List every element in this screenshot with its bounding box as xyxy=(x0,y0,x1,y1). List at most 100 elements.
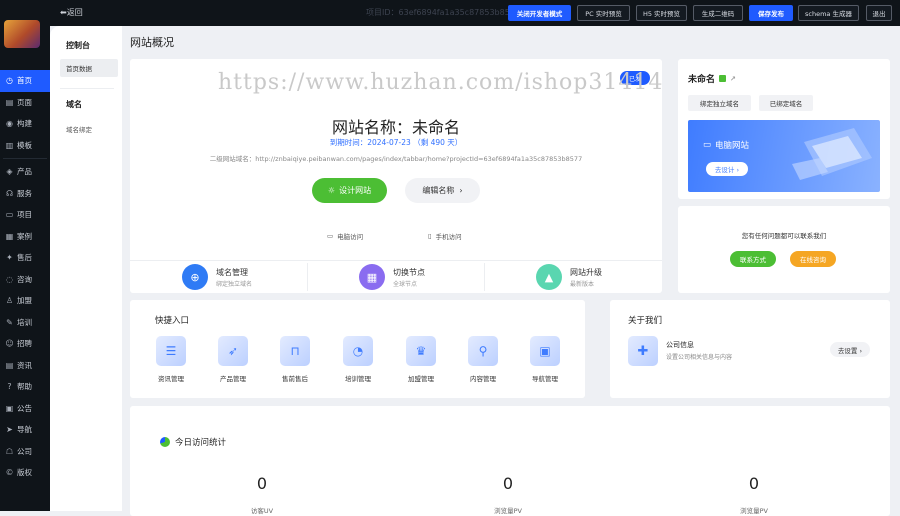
divider xyxy=(60,88,114,89)
domain-site-name: 未命名 xyxy=(688,75,716,85)
mobile-access-link[interactable]: ▯ 手机访问 xyxy=(428,231,462,241)
quick-content-management[interactable]: ⚲ 内容管理 xyxy=(458,336,508,383)
sidebar-item-4[interactable]: ◈ 产品 xyxy=(0,161,50,183)
case-icon: ▦ xyxy=(5,231,14,241)
computer-illustration xyxy=(792,128,872,180)
visit-stats-card: 今日访问统计 0 访客UV 0 浏览量PV 0 浏览量PV xyxy=(130,406,890,516)
sidebar-item-0[interactable]: ◷ 首页 xyxy=(0,70,50,92)
expiry-date: 到期时间：2024-07-23 （剩 490 天） xyxy=(329,138,463,147)
feature-domain-management[interactable]: ⊕ 域名管理 绑定独立域名 xyxy=(130,261,307,293)
subdomain-url: 二级网站域名：http://znbaiqiye.peibanwan.com/pa… xyxy=(209,155,583,163)
edit-name-button[interactable]: 编辑名称 › xyxy=(405,178,480,203)
page-title: 网站概况 xyxy=(130,36,174,49)
pc-site-label: 电脑网站 xyxy=(715,141,750,151)
back-link[interactable]: ⬅返回 xyxy=(60,7,83,18)
external-link-icon[interactable]: ↗ xyxy=(730,75,736,83)
training-icon: ✎ xyxy=(6,317,13,327)
feature-title: 网站升级 xyxy=(570,267,602,277)
tab-bind-domain[interactable]: 绑定独立域名 xyxy=(688,95,751,111)
subnav-home-data[interactable]: 首页数据 xyxy=(60,59,118,77)
product-icon: ◈ xyxy=(6,167,13,177)
quick-training-management[interactable]: ◔ 培训管理 xyxy=(333,336,383,383)
sidebar-item-1[interactable]: ▤ 页面 xyxy=(0,92,50,114)
sidebar-item-18[interactable]: © 版权 xyxy=(0,462,50,484)
sidebar-item-label: 招聘 xyxy=(17,339,32,349)
console-section-title: 控制台 xyxy=(66,41,90,50)
sidebar-item-label: 培训 xyxy=(17,317,32,327)
pc-preview-button[interactable]: PC 实时预览 xyxy=(577,5,630,21)
company-info-title: 公司信息 xyxy=(666,341,694,349)
subnav-domain-binding[interactable]: 域名绑定 xyxy=(50,124,122,134)
tab-bound-domain[interactable]: 已绑定域名 xyxy=(759,95,813,111)
folder-icon: ▭ xyxy=(5,210,14,220)
quick-product-management[interactable]: ➶ 产品管理 xyxy=(208,336,258,383)
sidebar-item-15[interactable]: ▣ 公告 xyxy=(0,398,50,420)
sidebar-item-label: 模板 xyxy=(17,140,32,150)
mobile-access-label: 手机访问 xyxy=(435,233,462,241)
sidebar-item-16[interactable]: ➤ 导航 xyxy=(0,419,50,441)
pie-chart-icon xyxy=(160,437,170,447)
feature-title: 切换节点 xyxy=(393,267,425,277)
design-site-label: 设计网站 xyxy=(339,186,372,195)
feature-title: 域名管理 xyxy=(216,267,248,277)
rocket-icon: ▲ xyxy=(536,264,562,290)
sidebar-item-2[interactable]: ◉ 构建 xyxy=(0,113,50,135)
sidebar-item-5[interactable]: ☊ 服务 xyxy=(0,183,50,205)
phone-icon: ▯ xyxy=(428,232,432,240)
stat-label: 浏览量PV xyxy=(494,507,522,515)
sub-navigation: 控制台 首页数据 域名 域名绑定 xyxy=(50,26,122,511)
domain-card: 未命名 ↗ 绑定独立域名 已绑定域名 ▭ 电脑网站 去设计 › xyxy=(678,59,890,199)
quick-item-label: 产品管理 xyxy=(220,375,246,383)
online-consult-button[interactable]: 在线咨询 xyxy=(790,251,836,267)
feature-site-upgrade[interactable]: ▲ 网站升级 最新版本 xyxy=(484,261,661,293)
save-publish-button[interactable]: 保存发布 xyxy=(749,5,793,21)
feature-subtitle: 绑定独立域名 xyxy=(216,280,253,288)
sidebar-item-3[interactable]: ▥ 模板 xyxy=(0,135,50,157)
go-design-button[interactable]: 去设计 › xyxy=(706,162,748,176)
about-us-title: 关于我们 xyxy=(628,316,663,326)
sidebar-item-17[interactable]: ☖ 公司 xyxy=(0,441,50,463)
go-settings-button[interactable]: 去设置 › xyxy=(830,342,870,357)
schema-generator-button[interactable]: schema 生成器 xyxy=(798,5,859,21)
quick-franchise-management[interactable]: ♛ 加盟管理 xyxy=(396,336,446,383)
quick-nav-management[interactable]: ▣ 导航管理 xyxy=(520,336,570,383)
design-site-button[interactable]: ☼ 设计网站 xyxy=(312,178,387,203)
qrcode-button[interactable]: 生成二维码 xyxy=(693,5,743,21)
main-sidebar: ◷ 首页 ▤ 页面 ◉ 构建 ▥ 模板 ◈ 产品 ☊ 服务 ▭ 项目 ▦ 案例 ✦ 售后 ◌ 咨询 ♙ 加盟 ✎ 培训 ☺ 招聘 ▤… xyxy=(0,26,50,511)
quick-item-label: 加盟管理 xyxy=(408,375,434,383)
feature-switch-node[interactable]: ▦ 切换节点 全球节点 xyxy=(307,261,484,293)
help-icon: ? xyxy=(7,382,12,392)
sidebar-item-14[interactable]: ? 帮助 xyxy=(0,376,50,398)
sidebar-item-10[interactable]: ♙ 加盟 xyxy=(0,290,50,312)
exit-button[interactable]: 退出 xyxy=(866,5,892,21)
close-dev-mode-button[interactable]: 关闭开发者模式 xyxy=(508,5,571,21)
sidebar-item-9[interactable]: ◌ 咨询 xyxy=(0,269,50,291)
site-overview-card: 已发 网站名称：未命名 到期时间：2024-07-23 （剩 490 天） 二级… xyxy=(130,59,662,293)
film-icon: ▣ xyxy=(530,336,560,366)
nav-icon: ➤ xyxy=(6,425,13,435)
quick-news-management[interactable]: ☰ 资讯管理 xyxy=(146,336,196,383)
sidebar-item-8[interactable]: ✦ 售后 xyxy=(0,247,50,269)
sidebar-item-11[interactable]: ✎ 培训 xyxy=(0,312,50,334)
sidebar-item-12[interactable]: ☺ 招聘 xyxy=(0,333,50,355)
contact-info-button[interactable]: 联系方式 xyxy=(730,251,776,267)
sidebar-item-6[interactable]: ▭ 项目 xyxy=(0,204,50,226)
pc-site-banner: ▭ 电脑网站 去设计 › xyxy=(688,120,880,192)
quick-entry-card: 快捷入口 ☰ 资讯管理 ➶ 产品管理 ⊓ 售前售后 ◔ 培训管理 ♛ 加盟管理 ⚲ 内容管理… xyxy=(130,300,585,398)
domain-name-row: 未命名 ↗ xyxy=(688,72,736,86)
aftersale-icon: ✦ xyxy=(6,253,13,263)
sidebar-item-label: 公司 xyxy=(17,446,32,456)
sidebar-item-7[interactable]: ▦ 案例 xyxy=(0,226,50,248)
sidebar-item-label: 页面 xyxy=(17,97,32,107)
headset-icon: ☊ xyxy=(5,188,14,198)
status-dot-icon xyxy=(719,75,727,82)
pc-access-link[interactable]: ▭ 电脑访问 xyxy=(327,231,363,241)
sidebar-item-label: 导航 xyxy=(17,425,32,435)
quick-item-label: 导航管理 xyxy=(532,375,558,383)
sidebar-item-label: 项目 xyxy=(17,210,32,220)
h5-preview-button[interactable]: H5 实时预览 xyxy=(636,5,687,21)
pc-access-label: 电脑访问 xyxy=(337,233,364,241)
stat-label: 浏览量PV xyxy=(740,507,768,515)
quick-service-management[interactable]: ⊓ 售前售后 xyxy=(270,336,320,383)
sidebar-item-13[interactable]: ▤ 资讯 xyxy=(0,355,50,377)
